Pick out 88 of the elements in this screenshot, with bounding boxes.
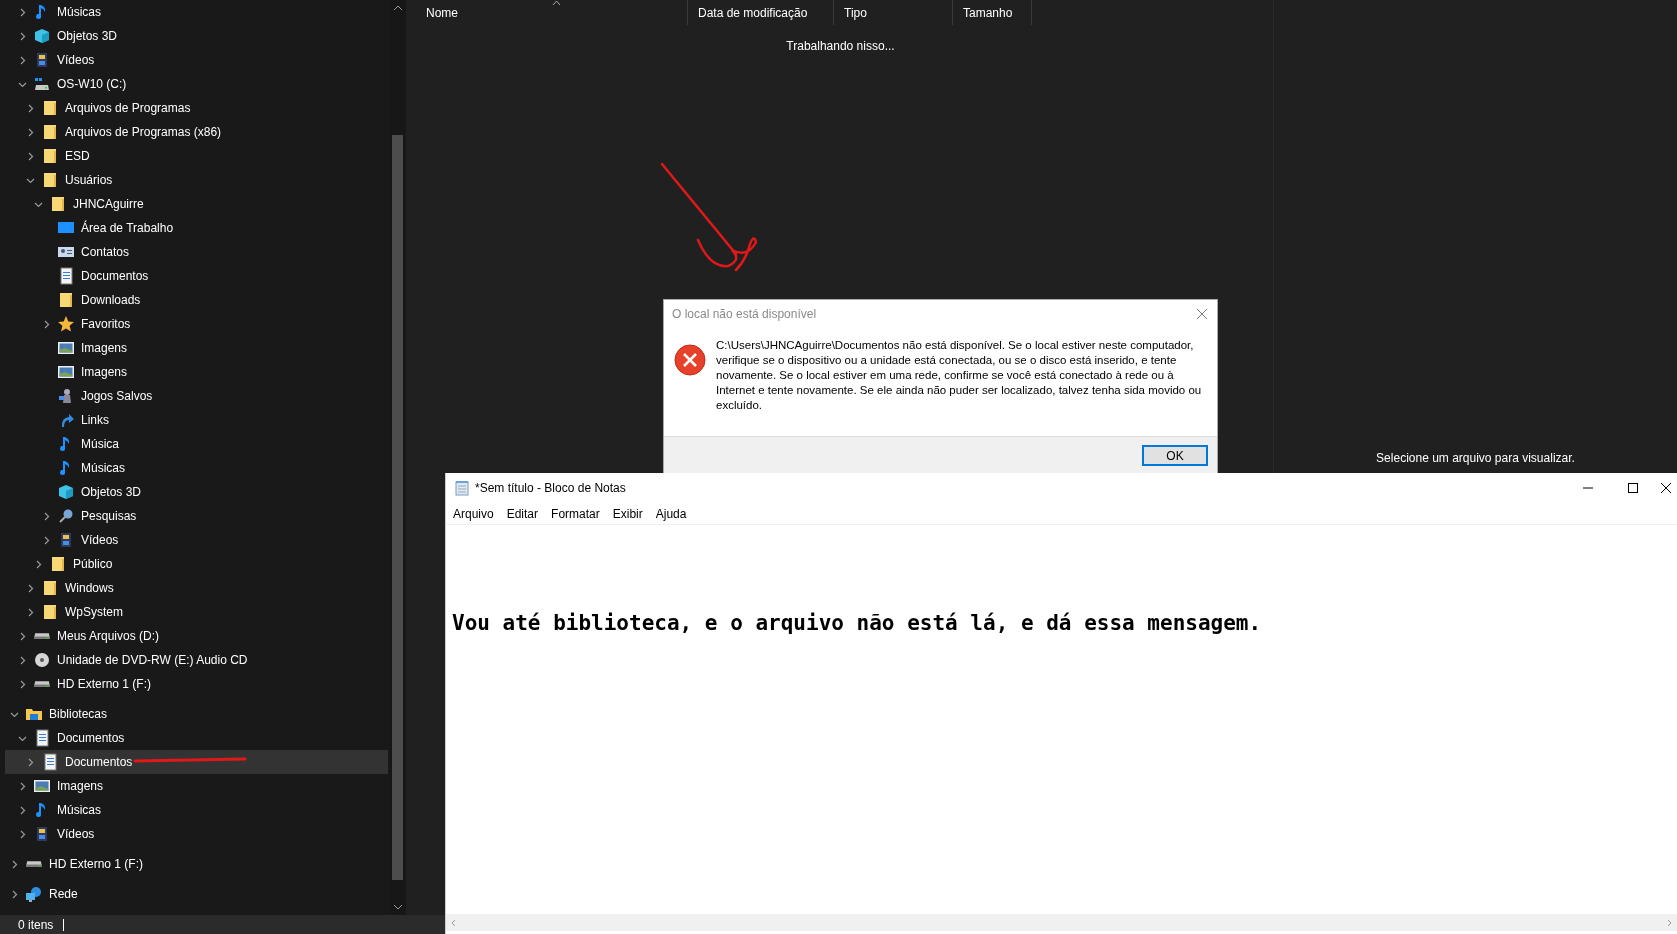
column-header[interactable]: Tamanho — [953, 0, 1032, 25]
notepad-icon — [454, 480, 470, 496]
tree-item[interactable]: Favoritos — [5, 312, 388, 336]
maximize-icon — [1627, 483, 1638, 493]
tree-item[interactable]: ESD — [5, 144, 388, 168]
folder-icon — [41, 171, 59, 189]
tree-item[interactable]: Downloads — [5, 288, 388, 312]
cube-icon — [57, 483, 75, 501]
folder-icon — [41, 603, 59, 621]
scroll-down-icon[interactable] — [392, 902, 403, 912]
sort-caret-icon — [551, 0, 561, 6]
close-icon — [1661, 483, 1671, 493]
error-message: C:\Users\JHNCAguirre\Documentos não está disponível. Se o local estiver neste computador, verifique se o dispositivo ou a unidade está conectada, ou se o disco está inserido, e tente novamente. Se o local estiver em uma rede, confirme se você está conectado à rede ou à Internet e tente novamente. Se ele ainda não puder ser localizado, talvez tenha sida movido ou excluído. — [716, 338, 1203, 413]
menu-item[interactable]: Arquivo — [453, 506, 500, 521]
scroll-up-icon[interactable] — [392, 3, 403, 13]
drive-icon — [34, 681, 50, 687]
tree-item[interactable]: Objetos 3D — [5, 480, 388, 504]
drive-icon — [34, 633, 50, 639]
tree-item[interactable]: Imagens — [5, 774, 388, 798]
menu-item[interactable]: Ajuda — [655, 506, 693, 521]
cube-icon — [33, 27, 51, 45]
tree-item[interactable]: Músicas — [5, 798, 388, 822]
folder-icon — [49, 195, 67, 213]
folder-icon — [41, 147, 59, 165]
menu-item[interactable]: Exibir — [612, 506, 649, 521]
tree-item[interactable]: Vídeos — [5, 822, 388, 846]
tree-item[interactable]: Documentos — [5, 726, 388, 750]
tree-item[interactable]: OS-W10 (C:) — [5, 72, 388, 96]
disc-icon — [33, 651, 51, 669]
folder-icon — [41, 123, 59, 141]
tree-item[interactable]: Links — [5, 408, 388, 432]
tree-item[interactable]: Arquivos de Programas (x86) — [5, 120, 388, 144]
folder-icon — [49, 555, 67, 573]
item-count: 0 itens — [18, 917, 54, 932]
folder-icon — [41, 579, 59, 597]
tree-item[interactable]: JHNCAguirre — [5, 192, 388, 216]
preview-message: Selecione um arquivo para visualizar. — [1376, 450, 1575, 465]
ok-button[interactable]: OK — [1142, 445, 1208, 466]
picture-icon — [57, 339, 75, 357]
tree-item[interactable]: Objetos 3D — [5, 24, 388, 48]
tree-item[interactable]: Meus Arquivos (D:) — [5, 624, 388, 648]
tree-item[interactable]: Imagens — [5, 360, 388, 384]
tree-item[interactable]: Músicas — [5, 456, 388, 480]
tree-item[interactable]: Jogos Salvos — [5, 384, 388, 408]
network-icon — [25, 885, 43, 903]
tree-item[interactable]: Músicas — [5, 0, 388, 24]
magnifier-icon — [57, 507, 75, 525]
picture-icon — [57, 363, 75, 381]
tree-item[interactable]: Público — [5, 552, 388, 576]
column-header[interactable]: Nome — [416, 0, 688, 25]
menu-item[interactable]: Formatar — [551, 506, 606, 521]
picture-icon — [33, 777, 51, 795]
tree-item[interactable]: Documentos — [5, 264, 388, 288]
document-icon — [33, 729, 51, 747]
tree-item[interactable]: WpSystem — [5, 600, 388, 624]
folder-icon — [41, 99, 59, 117]
tree-item[interactable]: Documentos — [5, 750, 388, 774]
column-header[interactable]: Data de modificação — [688, 0, 834, 25]
loading-message: Trabalhando nisso... — [786, 39, 895, 53]
star-icon — [57, 315, 75, 333]
drive-icon — [26, 861, 42, 867]
tree-item[interactable]: Usuários — [5, 168, 388, 192]
window-title: *Sem título - Bloco de Notas — [475, 481, 627, 495]
error-icon — [674, 344, 706, 376]
close-icon — [1195, 307, 1209, 321]
tree-item[interactable]: HD Externo 1 (F:) — [5, 672, 388, 696]
tree-item[interactable]: Contatos — [5, 240, 388, 264]
tree-item[interactable]: Bibliotecas — [5, 702, 388, 726]
tree-item[interactable]: Vídeos — [5, 48, 388, 72]
folder-icon — [57, 291, 75, 309]
text-editor[interactable]: Vou até biblioteca, e o arquivo não está lá, e dá essa mensagem. — [446, 525, 1677, 914]
tree-item[interactable]: Vídeos — [5, 528, 388, 552]
tree-item[interactable]: Pesquisas — [5, 504, 388, 528]
tree-item[interactable]: HD Externo 1 (F:) — [5, 852, 388, 876]
tree-item[interactable]: Imagens — [5, 336, 388, 360]
menu-item[interactable]: Editar — [506, 506, 545, 521]
drive-icon — [33, 75, 51, 93]
tree-item[interactable]: Unidade de DVD-RW (E:) Audio CD — [5, 648, 388, 672]
tree-item[interactable]: Rede — [5, 882, 388, 906]
tree-item[interactable]: Windows — [5, 576, 388, 600]
tree-item[interactable]: Música — [5, 432, 388, 456]
dialog-title: O local não está disponível — [672, 307, 817, 321]
tree-item[interactable]: Área de Trabalho — [5, 216, 388, 240]
document-icon — [57, 267, 75, 285]
tree-item[interactable]: Arquivos de Programas — [5, 96, 388, 120]
scrollbar-thumb[interactable] — [392, 135, 403, 880]
column-header[interactable]: Tipo — [834, 0, 953, 25]
document-icon — [41, 753, 59, 771]
